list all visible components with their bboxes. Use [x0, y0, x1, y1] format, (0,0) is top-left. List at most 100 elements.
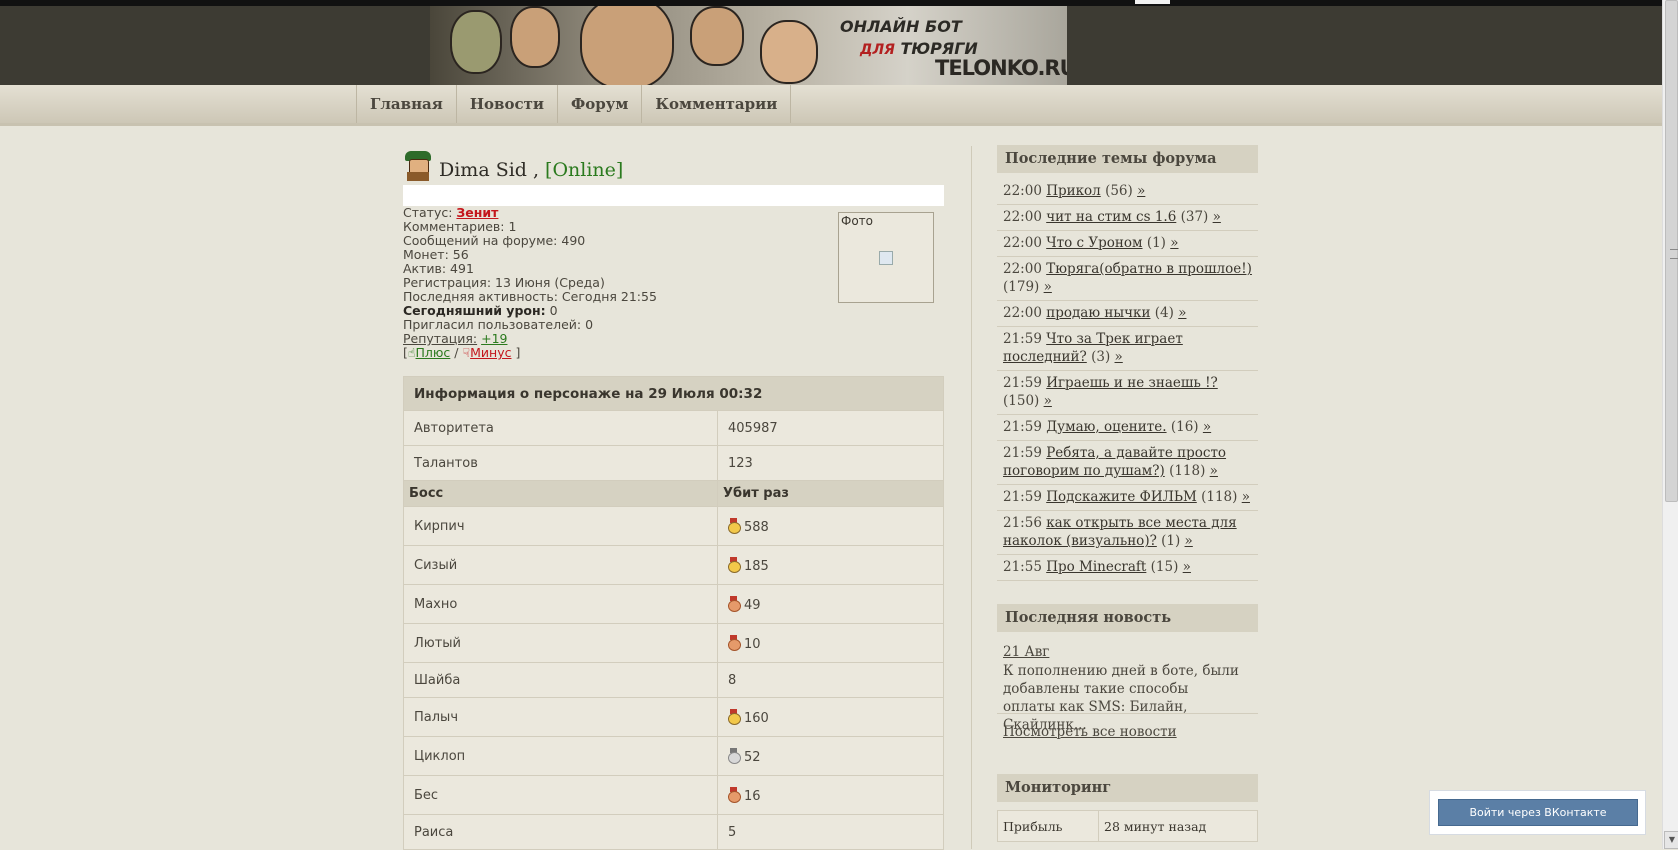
topic-link[interactable]: чит на стим cs 1.6 [1046, 209, 1176, 225]
table-row: Циклоп 52 [403, 736, 944, 776]
monitoring-value: 28 минут назад [1098, 810, 1258, 842]
topic-last-page-link[interactable]: » [1242, 489, 1250, 505]
banner-character-1 [450, 10, 502, 74]
topic-last-page-link[interactable]: » [1213, 209, 1221, 225]
stat-name: Талантов [403, 445, 718, 481]
minus-vote-link[interactable]: Минус [470, 345, 511, 360]
nav-item-news[interactable]: Новости [457, 85, 559, 123]
photo-label: Фото [841, 214, 874, 228]
topic-link[interactable]: Играешь и не знаешь !? [1046, 375, 1218, 391]
table-row: Сизый 185 [403, 545, 944, 585]
monitoring-label: Прибыль [997, 810, 1099, 842]
topic-link[interactable]: Думаю, оцените. [1046, 419, 1166, 435]
stat-name: Авторитета [403, 410, 718, 446]
status-label: Статус: [403, 205, 453, 220]
topic-last-page-link[interactable]: » [1203, 419, 1211, 435]
topic-link[interactable]: Что с Уроном [1046, 235, 1142, 251]
vk-login-button[interactable]: Войти через ВКонтакте [1438, 799, 1638, 826]
list-item: 21:59 Подскажите ФИЛЬМ (118) » [997, 485, 1258, 511]
topic-link[interactable]: продаю нычки [1046, 305, 1150, 321]
table-row: Раиса 5 [403, 814, 944, 850]
table-row: Авторитета 405987 [403, 410, 944, 446]
character-table: Информация о персонаже на 29 Июля 00:32 … [403, 376, 944, 850]
profile-name: Dima Sid , [439, 159, 540, 181]
forum-topics-title: Последние темы форума [997, 145, 1258, 173]
list-item: 21:59 Ребята, а давайте просто поговорим… [997, 441, 1258, 485]
scrollbar-thumb[interactable] [1665, 0, 1678, 502]
banner-character-4 [690, 6, 744, 66]
reputation-value[interactable]: +19 [481, 331, 507, 346]
nav-item-forum[interactable]: Форум [558, 85, 643, 123]
bronze-medal-icon [728, 595, 741, 612]
damage-label: Сегодняшний урон: [403, 303, 546, 318]
site-banner[interactable]: ОНЛАЙН БОТ ДЛЯ ТЮРЯГИ TELONKO.RU [430, 6, 1067, 85]
topic-last-page-link[interactable]: » [1044, 393, 1052, 409]
gold-medal-icon [728, 517, 741, 534]
boss-kills: 8 [717, 662, 944, 698]
topic-count: (37) [1180, 209, 1209, 225]
kills-value: 49 [744, 597, 761, 613]
grip-icon [1670, 249, 1678, 259]
vertical-scrollbar[interactable]: ▼ [1662, 0, 1678, 849]
character-table-caption: Информация о персонаже на 29 Июля 00:32 [403, 376, 944, 411]
status-link[interactable]: Зенит [456, 205, 498, 220]
news-date-link[interactable]: 21 Авг [1003, 644, 1049, 660]
stat-value: 405987 [717, 410, 944, 446]
banner-line-1: ОНЛАЙН БОТ [840, 17, 962, 36]
topic-last-page-link[interactable]: » [1185, 533, 1193, 549]
topic-time: 22:00 [1003, 305, 1042, 321]
topic-time: 21:59 [1003, 489, 1042, 505]
table-row: Палыч 160 [403, 697, 944, 737]
topic-last-page-link[interactable]: » [1183, 559, 1191, 575]
status-row: Статус: Зенит [403, 206, 823, 220]
list-item: 22:00 Прикол (56) » [997, 179, 1258, 205]
monitoring-section: Мониторинг [997, 774, 1258, 802]
broken-image-icon [879, 251, 893, 265]
vk-login-widget: Войти через ВКонтакте [1429, 790, 1646, 835]
banner-line-2-prefix: ДЛЯ [860, 42, 895, 58]
divider [997, 713, 1258, 714]
topic-count: (118) [1201, 489, 1238, 505]
kills-value: 52 [744, 749, 761, 765]
plus-vote-link[interactable]: Плюс [416, 345, 451, 360]
topic-link[interactable]: Прикол [1046, 183, 1101, 199]
kills-value: 588 [744, 519, 769, 535]
topic-link[interactable]: Подскажите ФИЛЬМ [1046, 489, 1197, 505]
table-row: Талантов 123 [403, 445, 944, 481]
boss-name: Циклоп [403, 736, 718, 776]
boss-kills: 52 [717, 736, 944, 776]
invited-count: Пригласил пользователей: 0 [403, 317, 594, 332]
damage-row: Сегодняшний урон: 0 [403, 304, 823, 318]
boss-name: Палыч [403, 697, 718, 737]
boss-column-header: Босс [403, 480, 718, 507]
nav-item-comments[interactable]: Комментарии [642, 85, 792, 123]
online-status: [Online] [545, 159, 624, 181]
banner-character-2 [510, 6, 560, 68]
topic-last-page-link[interactable]: » [1044, 279, 1052, 295]
list-item: 21:59 Играешь и не знаешь !? (150) » [997, 371, 1258, 415]
topic-last-page-link[interactable]: » [1137, 183, 1145, 199]
topic-last-page-link[interactable]: » [1210, 463, 1218, 479]
profile-photo[interactable]: Фото [838, 212, 934, 303]
topic-last-page-link[interactable]: » [1178, 305, 1186, 321]
profile-stats: Статус: Зенит Комментариев: 1 Сообщений … [403, 206, 823, 360]
boss-kills: 16 [717, 775, 944, 815]
main-navigation: Главная Новости Форум Комментарии [0, 85, 1662, 126]
thumb-down-icon: ☟ [462, 345, 471, 360]
boss-kills: 5 [717, 814, 944, 850]
topic-last-page-link[interactable]: » [1115, 349, 1123, 365]
forum-posts-count: Сообщений на форуме: 490 [403, 233, 586, 248]
nav-item-home[interactable]: Главная [357, 85, 457, 123]
topic-time: 22:00 [1003, 209, 1042, 225]
profile-title: Dima Sid , [Online] [403, 145, 623, 181]
list-item: 21:56 как открыть все места для наколок … [997, 511, 1258, 555]
topic-link[interactable]: Тюряга(обратно в прошлое!) [1046, 261, 1252, 277]
table-row: Бес 16 [403, 775, 944, 815]
topic-count: (1) [1146, 235, 1166, 251]
all-news-link[interactable]: Посмотреть все новости [1003, 724, 1177, 740]
scroll-down-arrow-icon[interactable]: ▼ [1664, 831, 1678, 849]
topic-link[interactable]: Про Minecraft [1046, 559, 1146, 575]
kills-value: 160 [744, 710, 769, 726]
topic-last-page-link[interactable]: » [1170, 235, 1178, 251]
list-item: 22:00 чит на стим cs 1.6 (37) » [997, 205, 1258, 231]
